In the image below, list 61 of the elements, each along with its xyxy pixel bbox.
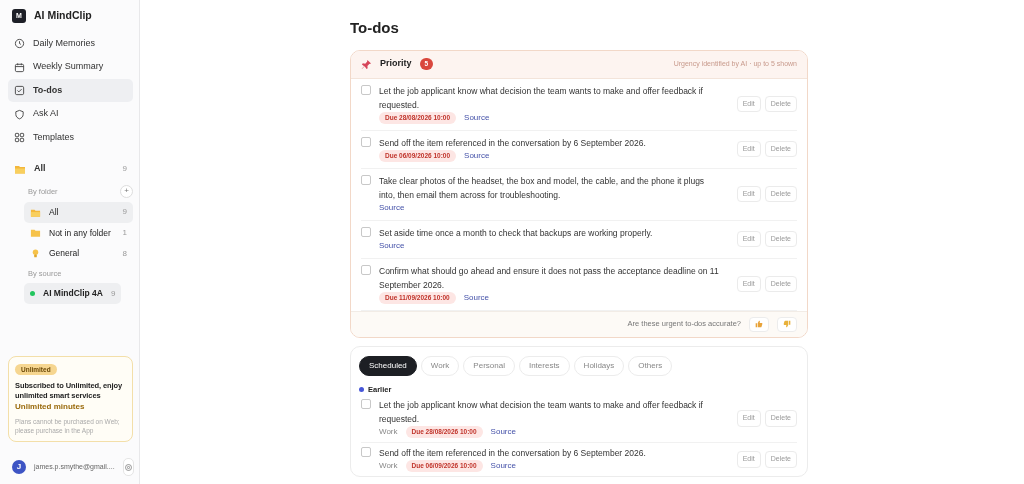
source-link[interactable]: Source (464, 150, 490, 162)
add-folder-button[interactable]: + (120, 184, 133, 198)
checkbox[interactable] (361, 84, 371, 95)
item-count: 9 (122, 163, 127, 175)
settings-button[interactable] (122, 458, 134, 476)
checkbox[interactable] (361, 264, 371, 275)
checkbox[interactable] (361, 446, 371, 457)
todo-text: Send off the item referenced in the conversation by 6 September 2026. (379, 446, 647, 460)
checkbox-icon (14, 85, 25, 96)
pin-icon (361, 58, 372, 70)
source-link[interactable]: Source (490, 460, 516, 473)
category-tab[interactable]: Interests (518, 355, 570, 376)
thumbs-up-button[interactable] (749, 316, 769, 332)
category-tab[interactable]: Work (420, 355, 460, 376)
todo-text: Let the job applicant know what decision the team wants to make and offer feedback if requested. (379, 398, 704, 426)
lightbulb-icon (30, 248, 41, 260)
nav-item[interactable]: To-dos (8, 78, 133, 103)
todo-text: Set aside time once a month to check that backups are working properly. (379, 226, 654, 240)
category-tab[interactable]: Holidays (573, 355, 625, 376)
nav-item[interactable]: Ask AI (8, 102, 133, 126)
app-name: AI MindClip (34, 8, 92, 23)
todo-text: Take clear photos of the headset, the box and model, the cable, and the phone it plugs into, then email them across for troubleshooting. (379, 174, 706, 202)
category-tab[interactable]: Scheduled (359, 355, 417, 376)
clock-icon (14, 38, 25, 49)
folder-item[interactable]: Not in any folder 1 (24, 222, 133, 244)
section-title: Priority (380, 57, 412, 71)
folder-item[interactable]: General 8 (24, 243, 133, 264)
category-label: Work (379, 426, 398, 439)
source-link[interactable]: Source (464, 112, 490, 124)
page-title: To-dos (350, 18, 400, 38)
folder-icon (30, 227, 41, 239)
checkbox[interactable] (361, 174, 371, 185)
source-link[interactable]: Source (463, 292, 490, 304)
avatar: J (12, 460, 26, 474)
calendar-icon (14, 61, 25, 73)
category-label: Work (379, 460, 398, 473)
thumbs-down-button[interactable] (777, 316, 797, 332)
thumbs-down-icon (783, 320, 791, 329)
source-link[interactable]: Source (490, 426, 516, 439)
category-tab[interactable]: Personal (463, 355, 515, 376)
folder-item[interactable]: All 9 (24, 201, 133, 223)
source-link[interactable]: Source (379, 202, 405, 214)
grid-icon (14, 132, 25, 143)
settings-icon (123, 462, 133, 472)
source-item[interactable]: AI MindClip 4A 9 (24, 283, 122, 304)
shield-icon (14, 108, 25, 120)
todo-text: Confirm what should go ahead and ensure it does not pass the acceptance deadline on 11 September 2026. (379, 264, 719, 292)
todo-text: Let the job applicant know what decision the team wants to make and offer feedback if requested. (379, 84, 704, 112)
nav-item[interactable]: Templates (8, 125, 133, 150)
plan-subtitle: Unlimited minutes (15, 400, 86, 413)
folder-icon (14, 163, 26, 175)
checkbox[interactable] (361, 398, 371, 409)
checkbox[interactable] (361, 226, 371, 237)
folder-item[interactable]: All 9 (8, 157, 133, 181)
thumbs-up-icon (755, 320, 763, 329)
category-tab[interactable]: Others (628, 355, 673, 376)
nav-item[interactable]: Weekly Summary (8, 55, 133, 79)
todo-text: Send off the item referenced in the conversation by 6 September 2026. (379, 136, 647, 150)
source-link[interactable]: Source (379, 240, 405, 252)
checkbox[interactable] (361, 136, 371, 147)
nav-item[interactable]: Daily Memories (8, 31, 133, 56)
